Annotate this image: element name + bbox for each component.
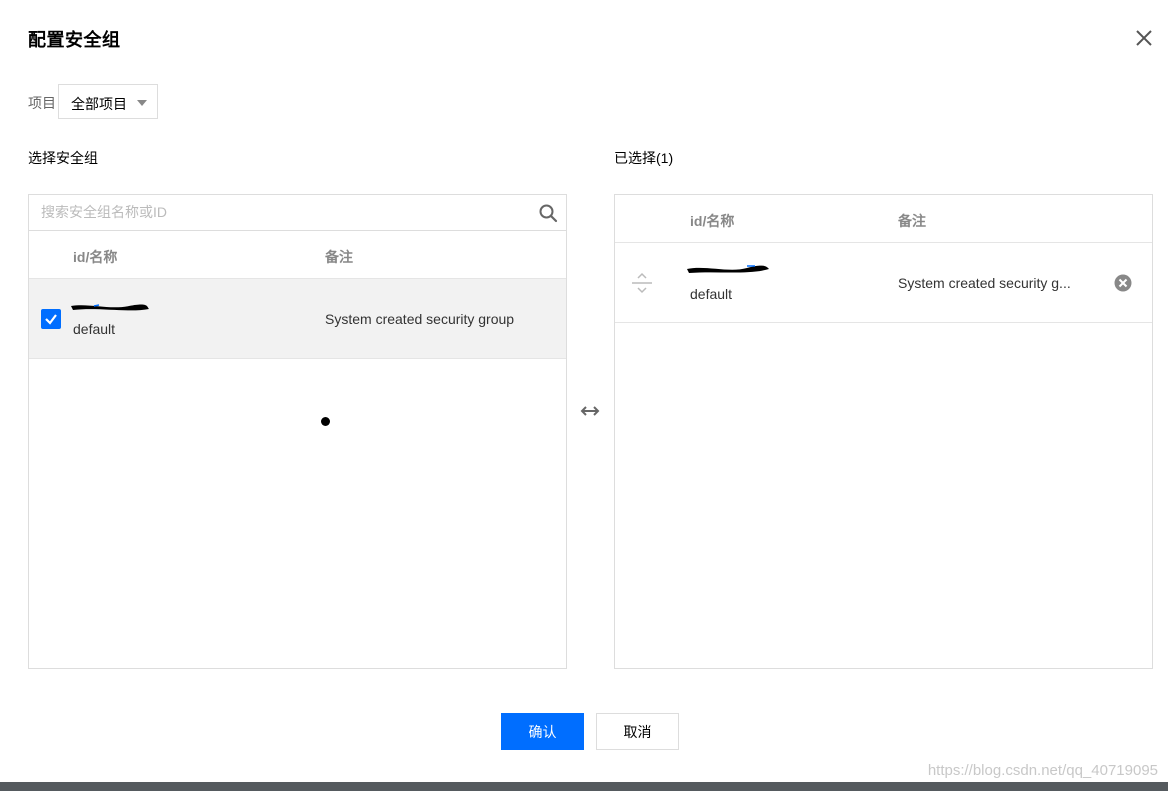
search-input[interactable] — [29, 195, 543, 229]
drag-handle-icon[interactable] — [631, 271, 653, 295]
project-label: 项目 — [28, 95, 56, 111]
search-icon[interactable] — [538, 203, 558, 223]
row-checkbox[interactable] — [41, 309, 61, 329]
col-header-name: id/名称 — [73, 249, 118, 265]
dialog-title: 配置安全组 — [28, 30, 121, 50]
selected-count-label: 已选择(1) — [614, 150, 674, 166]
project-select-value: 全部项目 — [71, 96, 127, 112]
row-name: default — [690, 286, 733, 302]
close-icon[interactable] — [1130, 24, 1158, 52]
confirm-button[interactable]: 确认 — [501, 713, 584, 750]
row-name: default — [73, 321, 116, 337]
col-header-note: 备注 — [325, 249, 353, 265]
table-row: default System created security g... — [615, 243, 1152, 323]
row-note: System created security g... — [898, 275, 1071, 291]
search-box — [29, 195, 566, 231]
row-note: System created security group — [325, 311, 515, 327]
source-list-panel: id/名称 备注 default System created security… — [28, 194, 567, 669]
redacted-id-mark — [687, 265, 769, 273]
select-group-label: 选择安全组 — [28, 150, 98, 166]
redacted-id-mark — [71, 304, 149, 311]
col-header-note: 备注 — [898, 213, 926, 229]
remove-circle-icon[interactable] — [1113, 273, 1133, 293]
config-security-group-dialog: 配置安全组 项目 全部项目 选择安全组 id/名称 备注 — [0, 0, 1168, 791]
project-select[interactable]: 全部项目 — [58, 84, 158, 119]
caret-down-icon — [137, 100, 147, 106]
selected-table-header: id/名称 备注 — [615, 195, 1152, 243]
watermark: https://blog.csdn.net/qq_40719095 — [927, 762, 1158, 779]
selected-list-panel: id/名称 备注 default System created security… — [614, 194, 1153, 669]
bottom-scrollbar — [0, 782, 1168, 791]
col-header-name: id/名称 — [690, 213, 735, 229]
table-row[interactable]: default System created security group — [29, 279, 566, 359]
check-icon — [45, 314, 57, 325]
swap-horizontal-icon — [578, 402, 602, 420]
source-table-header: id/名称 备注 — [29, 231, 566, 279]
cancel-button[interactable]: 取消 — [596, 713, 679, 750]
cursor-dot — [321, 417, 330, 426]
